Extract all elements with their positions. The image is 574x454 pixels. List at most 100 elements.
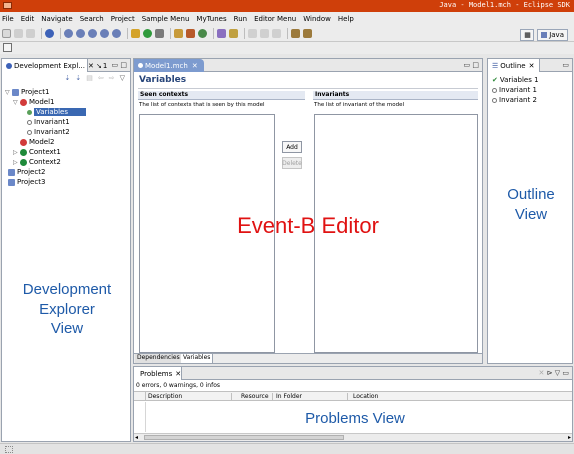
menu-sample-menu[interactable]: Sample Menu: [142, 15, 190, 23]
scrollbar-thumb[interactable]: [144, 435, 344, 440]
save-icon[interactable]: [14, 29, 23, 38]
tab-problems[interactable]: Problems ✕: [134, 367, 182, 380]
open-type-icon[interactable]: [217, 29, 226, 38]
sort-up-icon[interactable]: ⇣: [75, 74, 81, 82]
menu-window[interactable]: Window: [303, 15, 331, 23]
tree-node-context2[interactable]: ▷ Context2: [5, 157, 130, 167]
tab-dependencies[interactable]: Dependencies: [135, 354, 183, 363]
delete-button[interactable]: Delete: [282, 157, 302, 169]
menu-search[interactable]: Search: [80, 15, 104, 23]
expand-icon[interactable]: ▽: [13, 99, 20, 106]
fast-view-icon[interactable]: [5, 446, 13, 453]
annotation-next-icon[interactable]: [248, 29, 257, 38]
collapse-icon[interactable]: ▷: [13, 159, 20, 166]
add-button[interactable]: Add: [282, 141, 302, 153]
maximize-icon[interactable]: □: [472, 61, 479, 69]
java-perspective-icon: [541, 32, 548, 38]
tab-outline[interactable]: ☰ Outline ✕: [488, 59, 540, 72]
window-menu-icon[interactable]: [3, 2, 12, 9]
forward-icon[interactable]: [303, 29, 312, 38]
checkbox-icon[interactable]: [3, 43, 12, 52]
maximize-icon[interactable]: □: [120, 61, 127, 69]
column-description[interactable]: Description: [146, 393, 232, 401]
search-icon[interactable]: [229, 29, 238, 38]
minimize-icon[interactable]: ▭: [562, 369, 569, 377]
minimize-icon[interactable]: ▭: [464, 61, 471, 69]
new-variable-icon[interactable]: [100, 29, 109, 38]
menu-mytunes[interactable]: MyTunes: [196, 15, 226, 23]
print-icon[interactable]: [26, 29, 35, 38]
menu-file[interactable]: File: [2, 15, 14, 23]
tree-node-context1[interactable]: ▷ Context1: [5, 147, 130, 157]
outline-item-invariant2[interactable]: Invariant 2: [492, 95, 572, 105]
seen-contexts-header: Seen contexts: [138, 91, 305, 100]
new-class-icon[interactable]: [198, 29, 207, 38]
menu-help[interactable]: Help: [338, 15, 354, 23]
menu-navigate[interactable]: Navigate: [41, 15, 72, 23]
tab-development-explorer[interactable]: Development Expl... ✕: [2, 59, 94, 72]
collapse-all-icon[interactable]: ▤: [86, 74, 93, 82]
outline-item-variables[interactable]: ✔ Variables 1: [492, 75, 572, 85]
view-menu-icon[interactable]: ▽: [555, 369, 560, 377]
column-severity[interactable]: [134, 392, 146, 401]
tab-variables[interactable]: Variables: [181, 354, 214, 363]
clear-icon[interactable]: ✕: [539, 369, 545, 377]
title-divider: [138, 88, 478, 89]
tab-secondary[interactable]: ↘ 1: [92, 59, 111, 72]
tree-node-model2[interactable]: Model2: [5, 137, 130, 147]
open-perspective-icon[interactable]: ▦: [520, 29, 535, 41]
back-nav-icon[interactable]: ⇦: [98, 74, 104, 82]
annotation-prev-icon[interactable]: [260, 29, 269, 38]
expand-icon[interactable]: ▽: [5, 89, 12, 96]
menu-editor-menu[interactable]: Editor Menu: [254, 15, 296, 23]
run-icon[interactable]: [143, 29, 152, 38]
column-location[interactable]: Location: [353, 393, 413, 401]
tree-node-variables[interactable]: Variables: [5, 107, 130, 117]
explorer-tabbar: Development Expl... ✕ ↘ 1 ▭ □: [2, 59, 130, 72]
scroll-left-icon[interactable]: ◂: [135, 434, 138, 441]
tab-model1-mch[interactable]: Model1.mch ✕: [134, 59, 204, 72]
variable-icon: [27, 109, 32, 115]
filter-icon[interactable]: ⊳: [547, 369, 553, 377]
tree-node-invariant1[interactable]: Invariant1: [5, 117, 130, 127]
back-icon[interactable]: [291, 29, 300, 38]
collapse-icon[interactable]: ▷: [13, 149, 20, 156]
new-invariant-icon[interactable]: [112, 29, 121, 38]
event-b-icon[interactable]: [45, 29, 54, 38]
new-java-project-icon[interactable]: [174, 29, 183, 38]
status-bar: [0, 443, 574, 454]
outline-item-invariant1[interactable]: Invariant 1: [492, 85, 572, 95]
tree-node-project3[interactable]: Project3: [5, 177, 130, 187]
new-icon[interactable]: [2, 29, 11, 38]
close-icon[interactable]: ✕: [192, 62, 198, 70]
last-edit-icon[interactable]: [272, 29, 281, 38]
overlay-outline-view: Outline View: [507, 186, 555, 223]
external-tools-icon[interactable]: [155, 29, 164, 38]
tree-node-invariant2[interactable]: Invariant2: [5, 127, 130, 137]
tree-node-project2[interactable]: Project2: [5, 167, 130, 177]
menu-project[interactable]: Project: [111, 15, 135, 23]
forward-nav-icon[interactable]: ⇨: [109, 74, 115, 82]
menu-edit[interactable]: Edit: [21, 15, 35, 23]
sort-down-icon[interactable]: ⇣: [64, 74, 70, 82]
horizontal-scrollbar[interactable]: ◂ ▸: [134, 433, 572, 441]
new-context-icon[interactable]: [88, 29, 97, 38]
menu-run[interactable]: Run: [234, 15, 247, 23]
new-package-icon[interactable]: [186, 29, 195, 38]
menu-bar: File Edit Navigate Search Project Sample…: [0, 12, 574, 26]
column-resource[interactable]: Resource: [241, 393, 273, 401]
debug-icon[interactable]: [131, 29, 140, 38]
tree-node-model1[interactable]: ▽ Model1: [5, 97, 130, 107]
new-model-icon[interactable]: [76, 29, 85, 38]
close-icon[interactable]: ✕: [529, 62, 535, 70]
column-in-folder[interactable]: In Folder: [276, 393, 348, 401]
minimize-icon[interactable]: ▭: [562, 61, 569, 69]
minimize-icon[interactable]: ▭: [112, 61, 119, 69]
view-menu-icon[interactable]: ▽: [120, 74, 125, 82]
java-perspective-button[interactable]: Java: [537, 29, 568, 41]
tree-node-project1[interactable]: ▽ Project1: [5, 87, 130, 97]
close-icon[interactable]: ✕: [175, 370, 181, 378]
editor-page-title: Variables: [139, 75, 187, 85]
new-project-icon[interactable]: [64, 29, 73, 38]
scroll-right-icon[interactable]: ▸: [568, 434, 571, 441]
